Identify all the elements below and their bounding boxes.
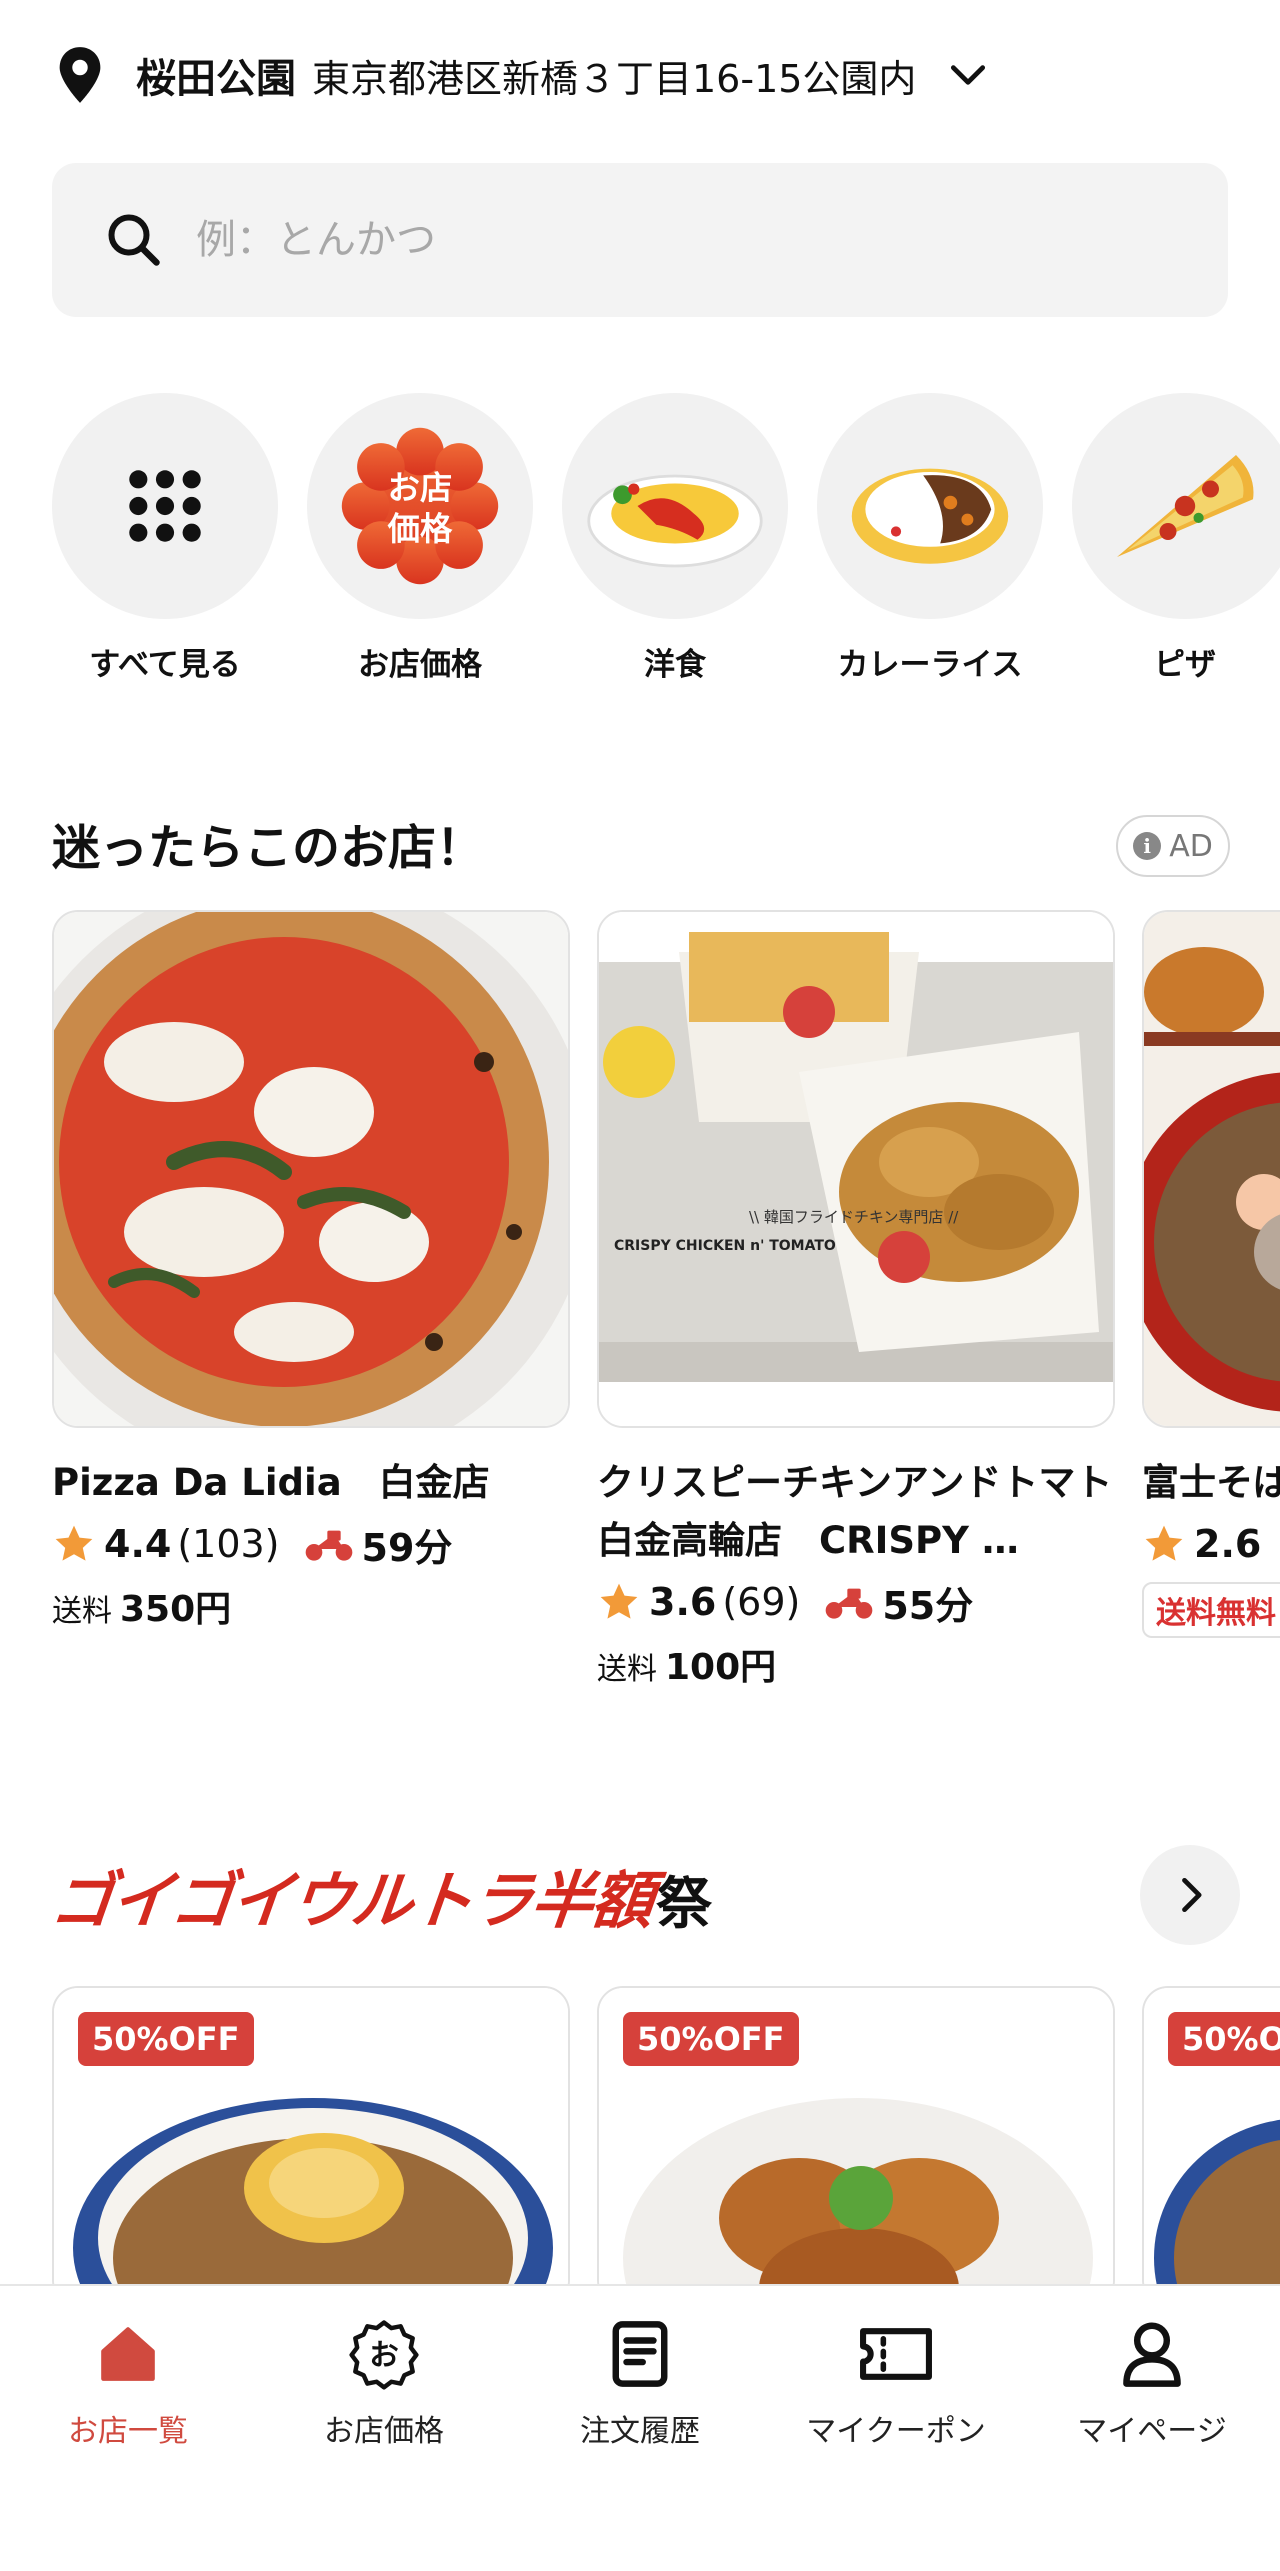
chevron-down-icon[interactable] (946, 53, 990, 97)
category-curry[interactable]: カレーライス (817, 393, 1043, 683)
deal-card[interactable]: 50%O (1142, 1986, 1280, 2286)
discount-badge: 50%O (1168, 2012, 1280, 2066)
deal-card[interactable]: 50%OFF (597, 1986, 1115, 2286)
discount-badge: 50%OFF (623, 2012, 799, 2066)
category-label: 洋食 (644, 647, 706, 683)
store-price-badge-icon: お店 価格 (341, 427, 499, 585)
delivery-time: 59分 (361, 1525, 453, 1570)
category-western[interactable]: 洋食 (562, 393, 788, 683)
store-photo (1142, 910, 1280, 1428)
search-icon (108, 214, 160, 266)
nav-label: マイページ (1077, 2414, 1227, 2449)
pizza-icon (1117, 455, 1254, 557)
coupon-icon (860, 2328, 932, 2380)
store-rating: 3.6 (649, 1580, 717, 1624)
category-pizza[interactable]: ピザ (1072, 393, 1280, 683)
search-input[interactable] (196, 217, 1096, 263)
campaign-title-suffix: 祭 (656, 1872, 713, 1937)
photo-caption: \\ 韓国フライドチキン専門店 // (749, 1208, 959, 1226)
delivery-time: 55分 (882, 1583, 974, 1628)
nav-label: マイクーポン (806, 2414, 986, 2449)
fee-value: 100円 (665, 1647, 777, 1688)
delivery-fee: 送料 100円 (597, 1638, 1115, 1690)
svg-text:お店: お店 (388, 469, 453, 507)
store-name: クリスピーチキンアンドトマト 白金高輪店 CRISPY … (597, 1461, 1150, 1562)
free-delivery-badge: 送料無料 (1142, 1582, 1280, 1638)
nav-my-page[interactable]: マイページ (1024, 2316, 1280, 2450)
grid-dots-icon (129, 470, 201, 542)
search-bar[interactable] (52, 163, 1228, 317)
store-card[interactable]: \\ 韓国フライドチキン専門店 // CRISPY CHICKEN n' TOM… (597, 910, 1150, 1690)
discount-badge: 50%OFF (78, 2012, 254, 2066)
nav-store-price[interactable]: お お店価格 (256, 2316, 512, 2450)
featured-store-list: Pizza Da Lidia 白金店 4.4 (103) 59分 送料350円 (0, 910, 1280, 1710)
category-label: ピザ (1154, 647, 1216, 683)
delivery-fee: 送料 350円 (52, 1580, 570, 1632)
delivery-bike-icon (826, 1588, 873, 1619)
store-card[interactable]: Pizza Da Lidia 白金店 4.4 (103) 59分 送料 350円 (52, 910, 570, 1632)
store-name: Pizza Da Lidia 白金店 (52, 1461, 490, 1504)
campaign-deal-list: 50%OFF 50%OFF 50%O (0, 1986, 1280, 2286)
receipt-icon (612, 2321, 668, 2387)
category-label: お店価格 (358, 647, 482, 683)
deal-card[interactable]: 50%OFF (52, 1986, 570, 2286)
delivery-bike-icon (305, 1530, 352, 1561)
info-icon: i (1133, 832, 1162, 860)
home-icon (101, 2327, 155, 2381)
chevron-right-icon (1182, 1877, 1202, 1913)
nav-label: 注文履歴 (580, 2414, 700, 2449)
ad-badge[interactable]: i AD (1116, 815, 1230, 877)
person-icon (1123, 2322, 1181, 2387)
category-all[interactable]: すべて見る (52, 393, 278, 683)
store-review-count: (103) (177, 1522, 280, 1566)
fee-value: 350円 (120, 1589, 232, 1630)
star-icon (600, 1583, 638, 1619)
location-name: 桜田公園 (136, 56, 296, 102)
section-title: 迷ったらこのお店！ (52, 820, 485, 876)
category-label: すべて見る (89, 647, 241, 683)
category-label: カレーライス (837, 647, 1023, 683)
ad-label: AD (1169, 828, 1213, 864)
location-bar[interactable]: 桜田公園 東京都港区新橋３丁目16-15公園内 (52, 40, 1228, 110)
campaign-banner[interactable]: ゴイゴイウルトラ半額 祭 (48, 1840, 713, 1940)
campaign-more-button[interactable] (1140, 1845, 1240, 1945)
fee-label: 送料 (52, 1594, 112, 1629)
location-pin-icon (59, 47, 101, 103)
store-price-icon: お (349, 2320, 419, 2390)
bottom-nav: お店一覧 お お店価格 注文履歴 マイクーポン マイページ (0, 2284, 1280, 2571)
omurice-icon (587, 474, 763, 568)
store-rating: 2.6 (1194, 1522, 1262, 1566)
nav-icon-glyph: お (369, 2338, 399, 2372)
fee-label: 送料 (597, 1652, 657, 1687)
store-review-count: (69) (722, 1580, 801, 1624)
star-icon (1145, 1525, 1183, 1561)
photo-caption: CRISPY CHICKEN n' TOMATO (614, 1238, 836, 1254)
nav-order-history[interactable]: 注文履歴 (512, 2316, 768, 2450)
nav-store-list[interactable]: お店一覧 (0, 2316, 256, 2450)
nav-label: お店価格 (324, 2414, 444, 2449)
store-photo: \\ 韓国フライドチキン専門店 // CRISPY CHICKEN n' TOM… (597, 910, 1115, 1428)
star-icon (55, 1525, 93, 1561)
category-store-price[interactable]: お店 価格 お店価格 (307, 393, 533, 683)
store-photo (52, 910, 570, 1428)
location-address: 東京都港区新橋３丁目16-15公園内 (312, 56, 917, 101)
category-list: すべて見る お店 価格 お店価格 洋食 カレーライス ピザ (52, 393, 1280, 683)
store-card[interactable]: 富士そば 2.6 送料無料 (1142, 910, 1280, 1638)
nav-my-coupon[interactable]: マイクーポン (768, 2316, 1024, 2450)
store-rating: 4.4 (104, 1522, 172, 1566)
store-name: 富士そば (1142, 1461, 1280, 1504)
svg-text:価格: 価格 (387, 510, 453, 548)
curry-rice-icon (851, 468, 1009, 564)
nav-label: お店一覧 (68, 2414, 188, 2449)
campaign-title: ゴイゴイウルトラ半額 (47, 1864, 656, 1937)
